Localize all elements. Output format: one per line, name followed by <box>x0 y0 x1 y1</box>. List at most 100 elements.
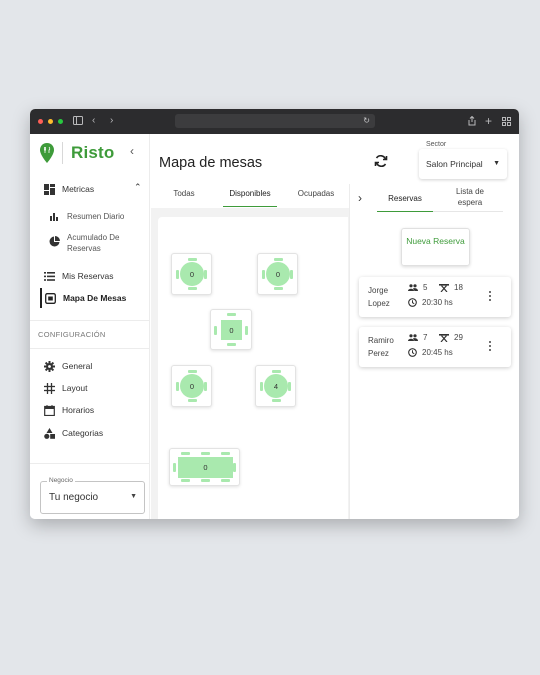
nav-mapa-de-mesas-label: Mapa De Mesas <box>63 293 127 303</box>
sector-select[interactable]: Sector Salon Principal ▼ <box>419 141 507 179</box>
dashboard-icon <box>43 183 55 195</box>
chair <box>290 270 293 279</box>
forward-icon[interactable]: › <box>110 114 113 128</box>
zoom-dot[interactable] <box>58 119 63 124</box>
chair <box>262 270 265 279</box>
chair <box>245 326 248 335</box>
new-tab-icon[interactable]: + <box>485 114 492 128</box>
tabs-overview-icon[interactable] <box>502 117 511 126</box>
nav-layout-label: Layout <box>62 383 88 393</box>
nav-acumulado-label: Acumulado De Reservas <box>67 233 120 253</box>
chair <box>176 382 179 391</box>
calendar-icon <box>43 404 55 416</box>
sector-label: Sector <box>426 141 447 148</box>
close-dot[interactable] <box>38 119 43 124</box>
nav-mis-reservas[interactable]: Mis Reservas <box>43 270 113 282</box>
chair <box>274 258 283 261</box>
tab-reservas[interactable]: Reservas <box>377 193 433 204</box>
reload-icon[interactable]: ↻ <box>363 114 370 128</box>
chair <box>221 452 230 455</box>
shapes-icon <box>43 427 55 439</box>
table-icon <box>439 283 449 292</box>
chair <box>227 343 236 346</box>
reservation-card[interactable]: Ramiro Perez 7 29 20:45 hs <box>359 327 511 367</box>
table-number-value: 29 <box>454 333 463 342</box>
nav-categorias[interactable]: Categorias <box>43 427 103 439</box>
browser-window: ‹ › ↻ + Risto ‹ Metricas ⌃ Resumen Diari… <box>30 109 519 519</box>
nav-mis-reservas-label: Mis Reservas <box>62 271 114 281</box>
reservation-card[interactable]: Jorge Lopez 5 18 20:30 hs <box>359 277 511 317</box>
more-vert-icon[interactable] <box>489 341 492 353</box>
chair <box>181 452 190 455</box>
tab-todas[interactable]: Todas <box>151 184 217 208</box>
table-count: 0 <box>178 457 233 478</box>
back-icon[interactable]: ‹ <box>92 114 95 128</box>
sidebar-divider <box>30 348 150 349</box>
tab-ocupadas[interactable]: Ocupadas <box>283 184 349 208</box>
negocio-select[interactable]: Negocio Tu negocio ▼ <box>40 477 145 514</box>
more-vert-icon[interactable] <box>489 291 492 303</box>
tab-disponibles[interactable]: Disponibles <box>217 184 283 208</box>
chair <box>181 479 190 482</box>
caret-down-icon: ▼ <box>493 160 500 167</box>
clock-icon <box>408 298 417 307</box>
nav-mapa-de-mesas[interactable]: Mapa De Mesas <box>44 292 126 304</box>
chevron-left-icon[interactable]: ‹ <box>130 144 134 158</box>
negocio-value: Tu negocio <box>49 492 99 503</box>
chair <box>272 370 281 373</box>
chair <box>221 479 230 482</box>
clock-icon <box>408 348 417 357</box>
tab-lista-de-espera[interactable]: Lista de espera <box>446 186 494 208</box>
table-tile[interactable]: 0 <box>210 309 252 350</box>
chair <box>173 463 176 472</box>
reservation-time: 20:45 hs <box>408 348 453 357</box>
gear-icon <box>43 360 55 372</box>
new-reservation-button[interactable]: Nueva Reserva <box>401 228 470 266</box>
guest-count-value: 5 <box>423 283 428 292</box>
chair <box>260 382 263 391</box>
guest-name: Jorge Lopez <box>368 286 390 308</box>
chair <box>204 270 207 279</box>
active-tab-indicator <box>377 210 433 212</box>
nav-acumulado[interactable]: Acumulado De Reservas <box>48 232 131 254</box>
table-count: 0 <box>266 262 290 286</box>
reservations-panel: › Reservas Lista de espera Nueva Reserva… <box>349 184 519 519</box>
table-tile[interactable]: 0 <box>257 253 298 295</box>
chevron-right-icon[interactable]: › <box>358 191 362 205</box>
chevron-up-icon[interactable]: ⌃ <box>134 182 142 193</box>
sidebar-toggle-icon[interactable] <box>73 116 83 125</box>
nav-resumen-diario-label: Resumen Diario <box>67 211 125 221</box>
table-count: 4 <box>264 374 288 398</box>
nav-categorias-label: Categorias <box>62 428 104 438</box>
chair <box>233 463 236 472</box>
share-icon[interactable] <box>468 116 476 126</box>
chair <box>188 258 197 261</box>
page-title: Mapa de mesas <box>159 155 263 171</box>
nav-general-label: General <box>62 361 93 371</box>
people-icon <box>408 334 418 341</box>
grid-icon <box>43 382 55 394</box>
reservation-time-value: 20:30 hs <box>422 298 453 307</box>
browser-titlebar: ‹ › ↻ + <box>30 109 519 134</box>
caret-down-icon: ▼ <box>130 493 137 500</box>
reservation-time: 20:30 hs <box>408 298 453 307</box>
table-tile[interactable]: 0 <box>171 253 212 295</box>
refresh-icon[interactable] <box>374 154 388 168</box>
table-tile[interactable]: 0 <box>169 448 240 486</box>
app: Risto ‹ Metricas ⌃ Resumen Diario Acumul… <box>30 134 519 519</box>
config-section-title: CONFIGURACIÓN <box>38 330 106 339</box>
address-bar[interactable]: ↻ <box>175 114 375 128</box>
table-tile[interactable]: 4 <box>255 365 296 407</box>
nav-metricas[interactable]: Metricas ⌃ <box>43 182 143 195</box>
nav-horarios[interactable]: Horarios <box>43 404 94 416</box>
sidebar-divider <box>30 320 150 321</box>
table-tile[interactable]: 0 <box>171 365 212 407</box>
nav-resumen-diario[interactable]: Resumen Diario <box>48 210 124 222</box>
guest-count: 5 <box>408 283 427 292</box>
map-tabs: Todas Disponibles Ocupadas <box>151 184 349 208</box>
negocio-label: Negocio <box>47 477 75 484</box>
minimize-dot[interactable] <box>48 119 53 124</box>
nav-general[interactable]: General <box>43 360 92 372</box>
nav-layout[interactable]: Layout <box>43 382 88 394</box>
guest-count-value: 7 <box>423 333 428 342</box>
